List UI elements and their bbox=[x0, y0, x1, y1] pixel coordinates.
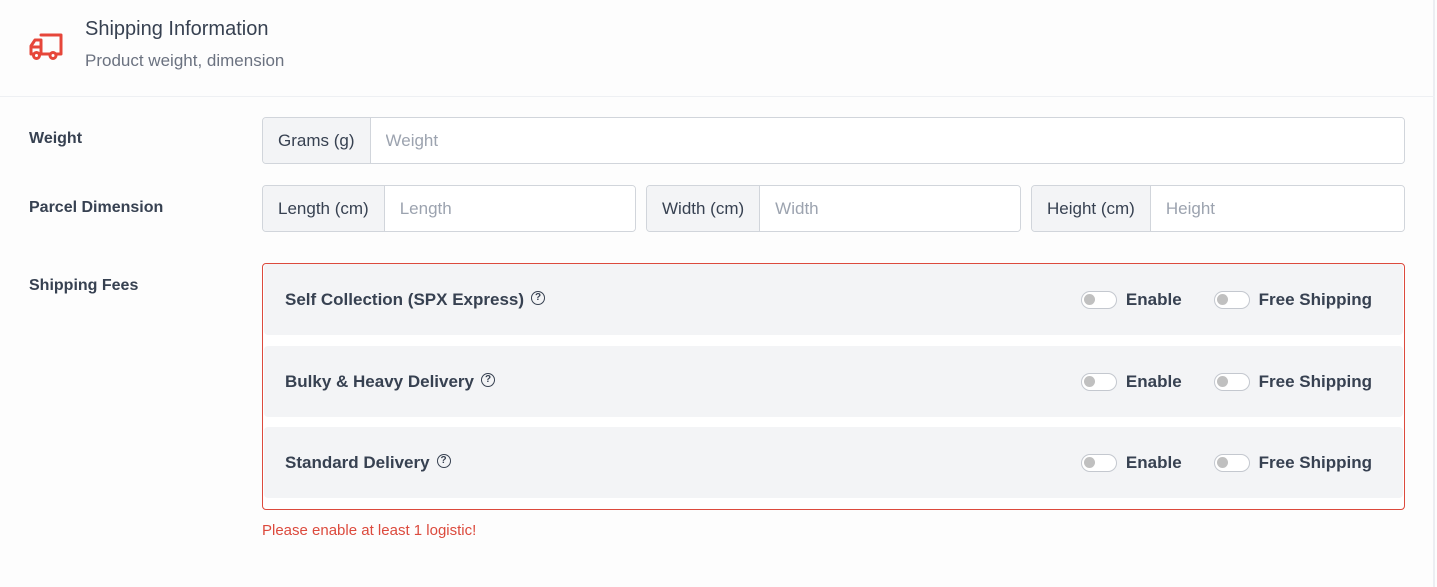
weight-unit-addon: Grams (g) bbox=[263, 118, 371, 163]
weight-input-group: Grams (g) bbox=[262, 117, 1405, 164]
question-circle-icon[interactable]: ? bbox=[436, 453, 451, 468]
enable-toggle[interactable]: Enable bbox=[1080, 452, 1182, 473]
shipping-fees-label: Shipping Fees bbox=[29, 277, 139, 294]
parcel-dimension-label: Parcel Dimension bbox=[29, 199, 164, 216]
shipping-option-name: Standard Delivery bbox=[285, 452, 430, 472]
enable-toggle[interactable]: Enable bbox=[1080, 289, 1182, 310]
width-input-group: Width (cm) bbox=[646, 185, 1021, 232]
free-shipping-toggle[interactable]: Free Shipping bbox=[1213, 371, 1372, 392]
enable-toggle[interactable]: Enable bbox=[1080, 371, 1182, 392]
enable-label: Enable bbox=[1125, 452, 1182, 472]
question-circle-icon[interactable]: ? bbox=[531, 290, 546, 305]
height-input-group: Height (cm) bbox=[1031, 185, 1405, 232]
length-input-group: Length (cm) bbox=[262, 185, 636, 232]
shipping-information-card: Shipping Information Product weight, dim… bbox=[0, 0, 1435, 587]
free-shipping-toggle[interactable]: Free Shipping bbox=[1213, 289, 1372, 310]
section-title: Shipping Information bbox=[85, 18, 269, 40]
question-circle-icon[interactable]: ? bbox=[481, 372, 495, 387]
free-shipping-label: Free Shipping bbox=[1258, 452, 1372, 472]
shipping-option-row: Self Collection (SPX Express) ? Enable F… bbox=[264, 264, 1403, 335]
enable-label: Enable bbox=[1125, 371, 1182, 391]
free-shipping-switch[interactable] bbox=[1213, 372, 1250, 391]
shipping-option-row: Standard Delivery ? Enable Free Shipping bbox=[264, 427, 1403, 498]
height-unit-addon: Height (cm) bbox=[1032, 186, 1151, 231]
enable-switch[interactable] bbox=[1080, 453, 1117, 472]
enable-label: Enable bbox=[1125, 289, 1182, 309]
section-header: Shipping Information Product weight, dim… bbox=[0, 0, 1435, 97]
shipping-option-row: Bulky & Heavy Delivery ? Enable Free Shi… bbox=[264, 346, 1403, 417]
free-shipping-toggle[interactable]: Free Shipping bbox=[1213, 452, 1372, 473]
section-subtitle: Product weight, dimension bbox=[85, 51, 285, 70]
free-shipping-switch[interactable] bbox=[1213, 453, 1250, 472]
shipping-error-message: Please enable at least 1 logistic! bbox=[262, 522, 477, 539]
height-input[interactable] bbox=[1150, 186, 1404, 231]
length-unit-addon: Length (cm) bbox=[263, 186, 385, 231]
width-unit-addon: Width (cm) bbox=[647, 186, 761, 231]
truck-icon bbox=[29, 33, 63, 60]
width-input[interactable] bbox=[760, 186, 1020, 231]
free-shipping-switch[interactable] bbox=[1213, 290, 1250, 309]
length-input[interactable] bbox=[384, 186, 635, 231]
enable-switch[interactable] bbox=[1080, 290, 1117, 309]
shipping-option-name: Self Collection (SPX Express) bbox=[285, 289, 525, 309]
shipping-fees-box: Self Collection (SPX Express) ? Enable F… bbox=[262, 263, 1405, 510]
shipping-option-name: Bulky & Heavy Delivery bbox=[285, 371, 474, 391]
weight-input[interactable] bbox=[370, 118, 1404, 163]
free-shipping-label: Free Shipping bbox=[1258, 371, 1372, 391]
enable-switch[interactable] bbox=[1080, 372, 1117, 391]
free-shipping-label: Free Shipping bbox=[1258, 289, 1372, 309]
weight-label: Weight bbox=[29, 130, 83, 147]
